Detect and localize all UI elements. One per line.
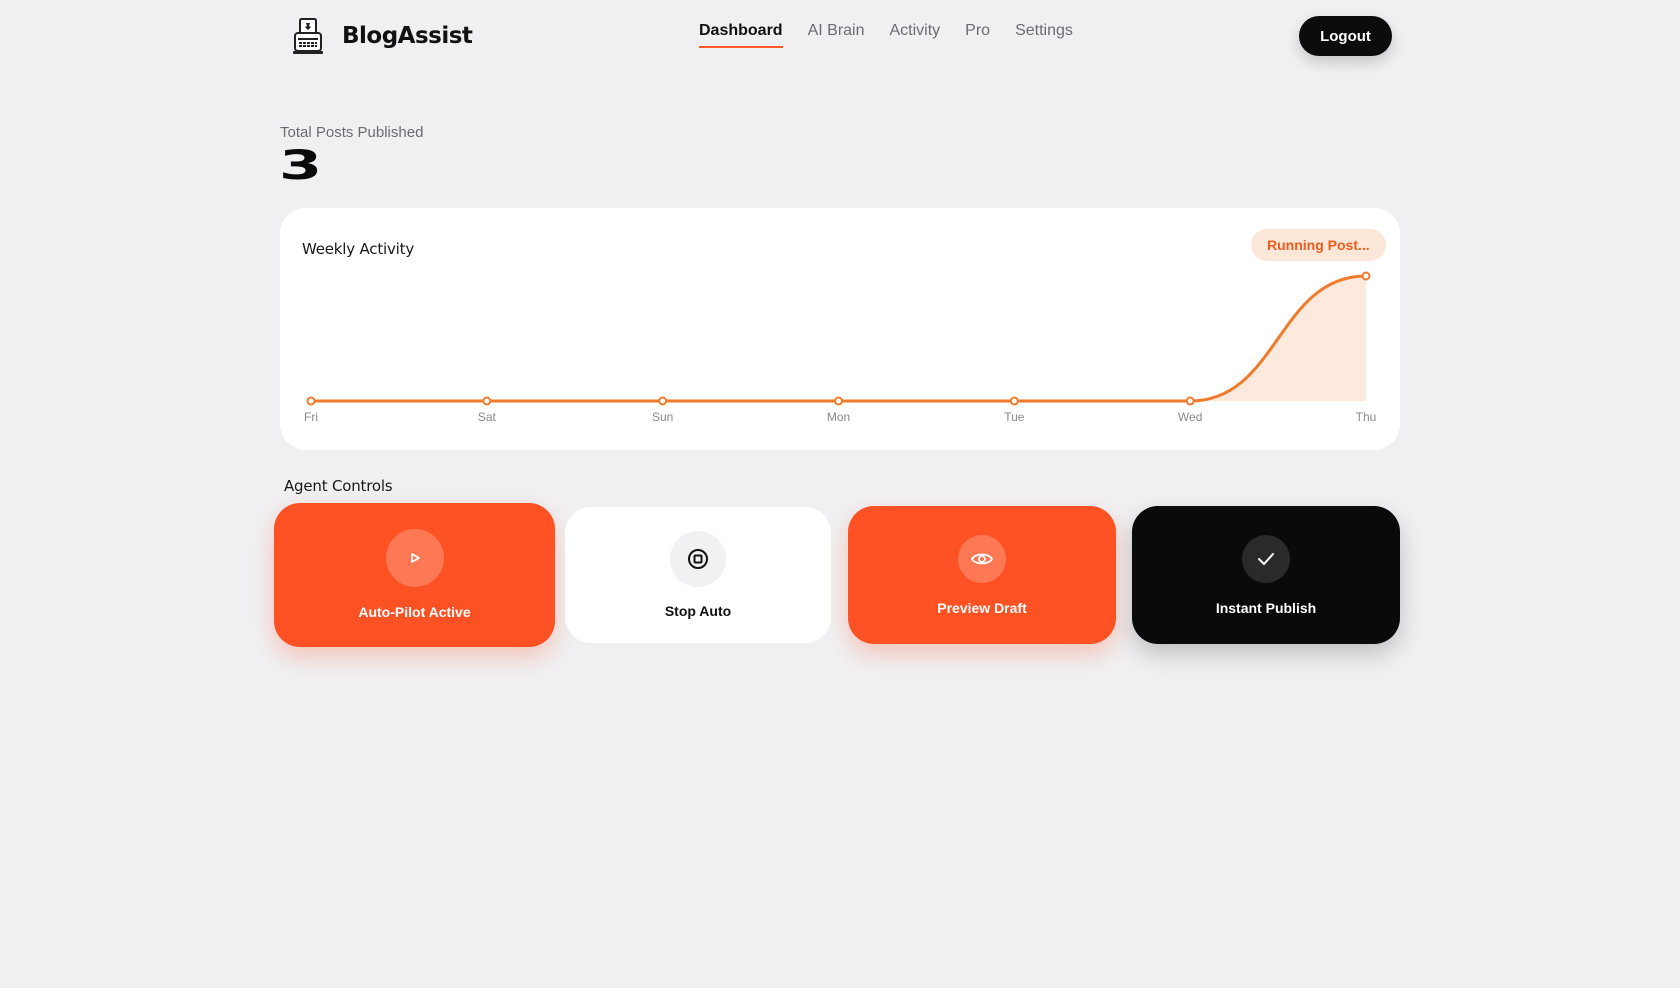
auto-pilot-label: Auto-Pilot Active: [358, 604, 471, 620]
chart-x-tick-fri: Fri: [304, 410, 318, 424]
brand-name: BlogAssist: [342, 23, 473, 49]
instant-publish-label: Instant Publish: [1215, 600, 1317, 616]
typewriter-icon: [290, 16, 326, 56]
play-icon: [385, 529, 444, 587]
instant-publish-button[interactable]: Instant Publish: [1132, 506, 1400, 644]
chart-point-wed: [1185, 396, 1195, 406]
chart-point-tue: [1009, 396, 1019, 406]
nav-dashboard[interactable]: Dashboard: [699, 22, 783, 48]
nav-settings[interactable]: Settings: [1015, 22, 1073, 46]
chart-x-tick-sun: Sun: [652, 410, 673, 424]
chart-x-tick-mon: Mon: [827, 410, 850, 424]
nav-ai-brain[interactable]: AI Brain: [808, 22, 865, 46]
chart-point-fri: [306, 396, 316, 406]
chart-x-tick-wed: Wed: [1178, 410, 1202, 424]
nav-activity[interactable]: Activity: [890, 22, 941, 46]
preview-draft-button[interactable]: Preview Draft: [848, 506, 1116, 644]
eye-icon: [958, 535, 1006, 583]
chart-point-thu: [1361, 271, 1371, 281]
chart-area-fill: [311, 276, 1366, 401]
stop-auto-label: Stop Auto: [664, 603, 732, 619]
chart-x-tick-sat: Sat: [478, 410, 497, 424]
total-posts-value: 3: [279, 143, 323, 189]
weekly-activity-chart: Fri Sat Sun Mon Tue Wed Thu: [304, 271, 1377, 424]
logout-button[interactable]: Logout: [1299, 16, 1392, 56]
top-header: BlogAssist Dashboard AI Brain Activity P…: [0, 0, 1680, 72]
check-icon: [1242, 535, 1290, 583]
weekly-activity-card: Fri Sat Sun Mon Tue Wed Thu Weekly Activity Ru…: [280, 208, 1400, 450]
brand[interactable]: BlogAssist: [290, 16, 473, 56]
chart-point-sun: [658, 396, 668, 406]
agent-controls-title: Agent Controls: [284, 477, 393, 495]
auto-pilot-button[interactable]: Auto-Pilot Active: [274, 503, 555, 647]
main-nav: Dashboard AI Brain Activity Pro Settings: [699, 22, 1073, 48]
chart-x-tick-thu: Thu: [1356, 410, 1377, 424]
stop-icon: [670, 531, 726, 587]
preview-draft-label: Preview Draft: [937, 600, 1027, 616]
chart-point-mon: [834, 396, 843, 406]
nav-pro[interactable]: Pro: [965, 22, 990, 46]
chart-series-line: [309, 274, 1368, 403]
chart-title: Weekly Activity: [302, 240, 415, 258]
total-posts-label: Total Posts Published: [280, 124, 424, 141]
running-status-badge: Running Post...: [1251, 229, 1386, 261]
chart-point-sat: [482, 396, 492, 406]
stop-auto-button[interactable]: Stop Auto: [565, 507, 831, 643]
chart-x-tick-tue: Tue: [1004, 410, 1025, 424]
